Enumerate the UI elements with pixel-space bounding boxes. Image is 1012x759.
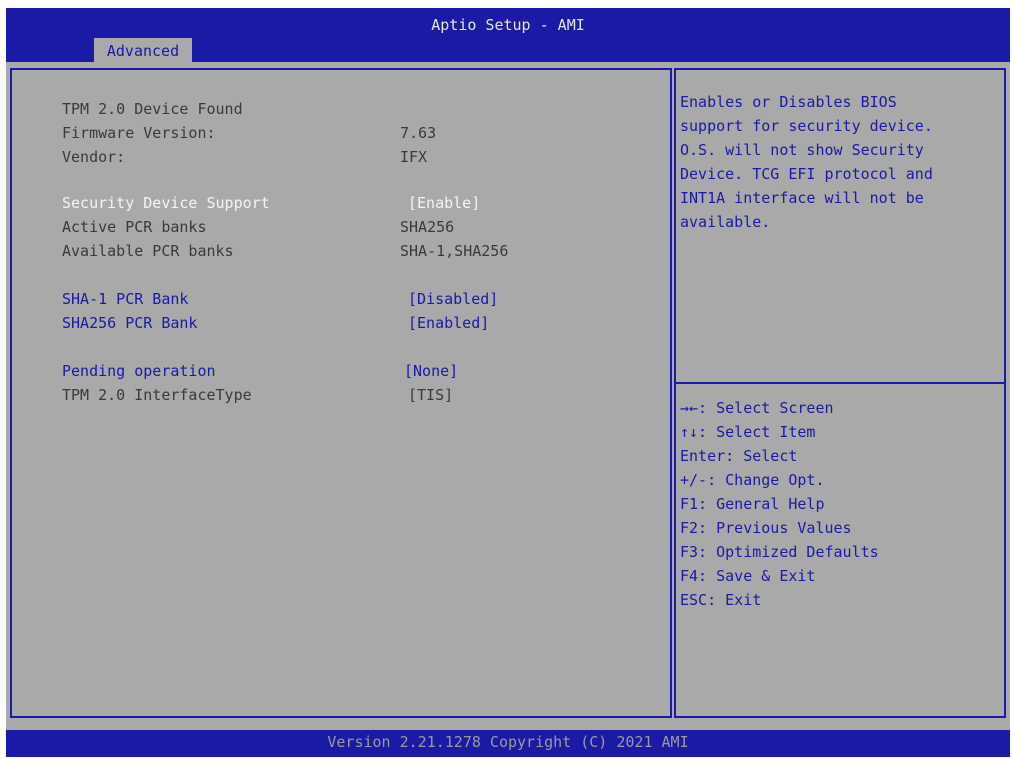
app-title: Aptio Setup - AMI: [431, 16, 585, 34]
active-pcr-banks-row: Active PCR banks SHA256: [62, 216, 454, 238]
key-legend: →←: Select Screen ↑↓: Select Item Enter:…: [680, 396, 1000, 612]
security-device-support-label: Security Device Support: [62, 194, 270, 212]
sha1-pcr-bank-item[interactable]: SHA-1 PCR Bank [Disabled]: [62, 288, 498, 310]
title-bar: Aptio Setup - AMI Advanced: [6, 8, 1010, 63]
security-device-support-value[interactable]: [Enable]: [408, 192, 480, 214]
sha256-pcr-bank-item[interactable]: SHA256 PCR Bank [Enabled]: [62, 312, 489, 334]
key-general-help: F1: General Help: [680, 495, 825, 513]
pending-operation-value[interactable]: [None]: [404, 360, 458, 382]
key-save-exit: F4: Save & Exit: [680, 567, 816, 585]
vendor-row: Vendor: IFX: [62, 146, 427, 168]
key-enter-select: Enter: Select: [680, 447, 798, 465]
firmware-version-row: Firmware Version: 7.63: [62, 122, 436, 144]
vendor-label: Vendor:: [62, 148, 126, 166]
available-pcr-banks-label: Available PCR banks: [62, 242, 234, 260]
key-select-item: ↑↓: Select Item: [680, 423, 816, 441]
key-previous-values: F2: Previous Values: [680, 519, 852, 537]
sha1-pcr-bank-label: SHA-1 PCR Bank: [62, 290, 189, 308]
key-select-screen: →←: Select Screen: [680, 399, 834, 417]
firmware-version-value: 7.63: [400, 124, 437, 142]
settings-panel: TPM 2.0 Device Found Firmware Version: 7…: [10, 68, 672, 718]
key-change-opt: +/-: Change Opt.: [680, 471, 825, 489]
pending-operation-label: Pending operation: [62, 362, 216, 380]
tpm-device-found-row: TPM 2.0 Device Found: [62, 98, 243, 120]
available-pcr-banks-row: Available PCR banks SHA-1,SHA256: [62, 240, 508, 262]
bios-screen: Aptio Setup - AMI Advanced TPM 2.0 Devic…: [6, 8, 1010, 757]
tpm-interface-type-value: [TIS]: [408, 386, 454, 404]
vendor-value: IFX: [400, 148, 428, 166]
security-device-support-item[interactable]: Security Device Support [Enable]: [62, 192, 480, 214]
tpm-interface-type-label: TPM 2.0 InterfaceType: [62, 386, 252, 404]
footer-bar: Version 2.21.1278 Copyright (C) 2021 AMI: [6, 730, 1010, 757]
tpm-interface-type-row: TPM 2.0 InterfaceType [TIS]: [62, 384, 453, 406]
key-optimized-defaults: F3: Optimized Defaults: [680, 543, 879, 561]
sha256-pcr-bank-value[interactable]: [Enabled]: [408, 312, 489, 334]
active-pcr-banks-value: SHA256: [400, 218, 455, 236]
tpm-device-found-label: TPM 2.0 Device Found: [62, 100, 243, 118]
firmware-version-label: Firmware Version:: [62, 124, 216, 142]
sha1-pcr-bank-value[interactable]: [Disabled]: [408, 288, 498, 310]
version-copyright: Version 2.21.1278 Copyright (C) 2021 AMI: [327, 733, 689, 751]
help-divider: [674, 382, 1006, 384]
sha256-pcr-bank-label: SHA256 PCR Bank: [62, 314, 198, 332]
available-pcr-banks-value: SHA-1,SHA256: [400, 242, 509, 260]
tab-advanced[interactable]: Advanced: [94, 38, 192, 63]
active-pcr-banks-label: Active PCR banks: [62, 218, 207, 236]
pending-operation-item[interactable]: Pending operation [None]: [62, 360, 458, 382]
help-description: Enables or Disables BIOS support for sec…: [680, 93, 933, 231]
key-esc-exit: ESC: Exit: [680, 591, 762, 609]
